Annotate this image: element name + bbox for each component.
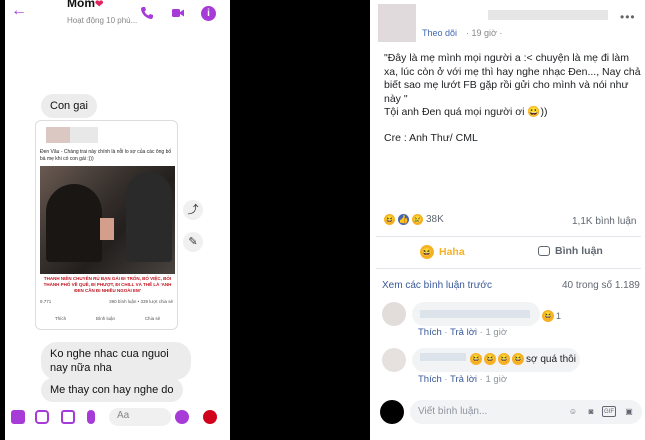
- share-icon[interactable]: ⤴: [183, 200, 203, 220]
- commenter-avatar[interactable]: [382, 348, 406, 372]
- divider: [376, 236, 641, 237]
- reply-comment-link[interactable]: Trả lời: [450, 374, 477, 385]
- comment-time: 1 giờ: [485, 327, 508, 338]
- heart-icon: ❤: [95, 0, 104, 10]
- post-body: "Đây là mẹ mình mọi người a :< chuyện là…: [384, 52, 642, 145]
- phone-icon[interactable]: [140, 6, 154, 20]
- shared-post-stats: 9.771 390 bình luận • 339 lượt chia sẻ: [40, 299, 175, 304]
- comment-text: sợ quá thôi: [526, 354, 576, 365]
- message-bubble: Con gai: [41, 94, 97, 118]
- facebook-post: Theo dõi · 19 giờ · ••• "Đây là mẹ mình …: [370, 0, 645, 440]
- haha-icon: 😆: [542, 310, 554, 322]
- comment-emojis: 😆 😆 😆 😆: [470, 353, 524, 365]
- post-line: "Đây là mẹ mình mọi người a :< chuyện là…: [384, 52, 641, 105]
- laughing-emoji-icon: 😆: [484, 353, 496, 365]
- comment-meta: Thích · Trả lời · 1 giờ: [418, 327, 508, 338]
- write-comment-input[interactable]: Viết bình luận... ☺ ◙ GIF ▣: [410, 400, 642, 424]
- shared-post-text: Đen Vâu - Chàng trai này chính là nỗi lo…: [40, 149, 172, 162]
- apps-icon[interactable]: [11, 410, 25, 424]
- blurred-commenter-name: [420, 353, 466, 361]
- shared-share-button[interactable]: Chia sẻ: [145, 316, 160, 321]
- camera-icon[interactable]: ◙: [584, 405, 598, 419]
- emoji-icon[interactable]: [175, 410, 189, 424]
- contact-name[interactable]: Mom❤: [67, 0, 103, 10]
- comment-bubble: [412, 302, 540, 326]
- rose-icon[interactable]: [203, 410, 217, 424]
- divider: [376, 268, 641, 269]
- haha-label: Haha: [439, 246, 465, 258]
- comment-icon: [538, 246, 550, 256]
- like-comment-link[interactable]: Thích: [418, 327, 442, 338]
- comment-label: Bình luận: [555, 245, 603, 257]
- post-credit: Cre : Anh Thư/ CML: [384, 131, 478, 144]
- view-previous-comments-link[interactable]: Xem các bình luận trước: [382, 280, 492, 291]
- back-arrow-icon[interactable]: ←: [11, 3, 27, 19]
- like-react-icon: 👍: [398, 214, 409, 225]
- blurred-avatar: [46, 127, 70, 143]
- current-user-avatar: [380, 400, 404, 424]
- post-line: Tội anh Đen quá mọi người ơi 😀)): [384, 106, 548, 118]
- video-call-icon[interactable]: [171, 6, 185, 20]
- haha-react-icon: 😆: [384, 214, 395, 225]
- screenshot-collage: ← Mom❤ Hoạt động 10 phú... i Con gai Đen…: [0, 0, 645, 440]
- more-options-icon[interactable]: •••: [620, 10, 636, 24]
- reaction-count: 38K: [426, 214, 444, 225]
- blurred-avatar: [378, 4, 416, 42]
- comment-button[interactable]: Bình luận: [538, 245, 603, 257]
- activate-windows-watermark: Activate Windo: [545, 426, 626, 440]
- shared-post-actions: Thích Bình luận Chia sẻ: [40, 316, 175, 321]
- shared-post-reactions: 9.771: [40, 299, 52, 304]
- laughing-emoji-icon: 😆: [498, 353, 510, 365]
- message-bubble: Ko nghe nhac cua nguoi nay nữa nha: [41, 342, 191, 380]
- gallery-icon[interactable]: [61, 410, 75, 424]
- composer-bar: Aa: [5, 402, 230, 440]
- shared-post-caption: THANH NIÊN CHUYÊN RỦ BẠN GÁI ĐI TRỐN, BỎ…: [40, 274, 175, 298]
- laughing-emoji-icon: 😆: [512, 353, 524, 365]
- shared-post-photo: [40, 166, 175, 274]
- shared-comment-button[interactable]: Bình luận: [96, 316, 115, 321]
- active-status: Hoạt động 10 phú...: [67, 16, 138, 25]
- comment-count-link[interactable]: 1,1K bình luận: [572, 216, 637, 227]
- follow-link[interactable]: Theo dõi: [422, 28, 457, 38]
- comment-range: 40 trong số 1.189: [562, 280, 640, 291]
- shared-like-button[interactable]: Thích: [55, 316, 66, 321]
- comment-reaction-count: 1: [556, 311, 562, 321]
- reaction-summary[interactable]: 😆 👍 😢 38K: [384, 214, 444, 225]
- shared-post-comments-shares: 390 bình luận • 339 lượt chia sẻ: [109, 299, 173, 304]
- emoji-picker-icon[interactable]: ☺: [566, 405, 580, 419]
- post-time: · 19 giờ ·: [466, 28, 503, 38]
- info-icon[interactable]: i: [201, 6, 216, 21]
- microphone-icon[interactable]: [87, 410, 95, 424]
- camera-icon[interactable]: [35, 410, 49, 424]
- sad-react-icon: 😢: [412, 214, 423, 225]
- messenger-screen: ← Mom❤ Hoạt động 10 phú... i Con gai Đen…: [5, 0, 230, 440]
- haha-button[interactable]: 😆 Haha: [420, 245, 465, 259]
- gif-icon[interactable]: GIF: [602, 406, 616, 417]
- blurred-name: [70, 127, 98, 143]
- commenter-avatar[interactable]: [382, 302, 406, 326]
- sticker-icon[interactable]: ▣: [622, 405, 636, 419]
- chat-header: ← Mom❤ Hoạt động 10 phú... i: [5, 0, 230, 30]
- write-comment-placeholder: Viết bình luận...: [418, 406, 488, 417]
- comment-reactions[interactable]: 😆 1: [542, 310, 561, 322]
- comment-time: 1 giờ: [485, 374, 508, 385]
- message-bubble: Me thay con hay nghe do: [41, 378, 183, 402]
- blurred-comment-text: [420, 310, 530, 318]
- blurred-author-name: [488, 10, 608, 20]
- comment-meta: Thích · Trả lời · 1 giờ: [418, 374, 508, 385]
- haha-icon: 😆: [420, 245, 434, 259]
- like-comment-link[interactable]: Thích: [418, 374, 442, 385]
- edit-icon[interactable]: ✎: [183, 232, 203, 252]
- laughing-emoji-icon: 😆: [470, 353, 482, 365]
- reply-comment-link[interactable]: Trả lời: [450, 327, 477, 338]
- message-input[interactable]: Aa: [109, 408, 171, 426]
- comment-bubble: 😆 😆 😆 😆 sợ quá thôi: [412, 348, 580, 372]
- shared-post-card[interactable]: Đen Vâu - Chàng trai này chính là nỗi lo…: [35, 120, 178, 330]
